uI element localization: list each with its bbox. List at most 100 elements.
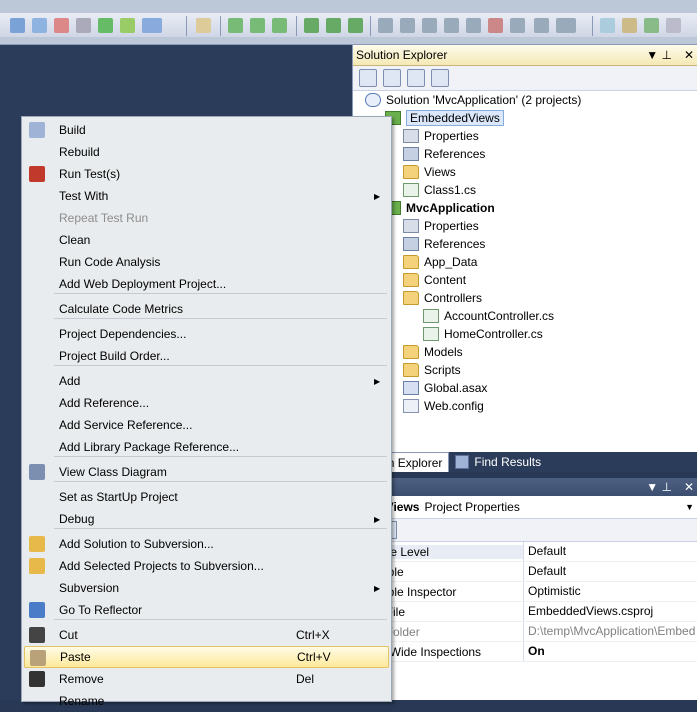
menu-item-add-service-reference[interactable]: Add Service Reference... [24,414,387,436]
close-icon[interactable]: ✕ [684,480,694,494]
menu-item-add-reference[interactable]: Add Reference... [24,392,387,414]
menu-item-project-dependencies[interactable]: Project Dependencies... [24,323,387,345]
menu-item-paste[interactable]: Paste Ctrl+V [24,646,389,668]
toolbar-button-icon[interactable] [250,18,265,33]
menu-item-add-selected-projects-to-subversion[interactable]: Add Selected Projects to Subversion... [24,555,387,577]
toolbar-button-icon[interactable] [326,18,341,33]
menu-item-add-library-package-reference[interactable]: Add Library Package Reference... [24,436,387,458]
menu-item-view-class-diagram[interactable]: View Class Diagram [24,461,387,483]
toolbar-button-icon[interactable] [120,18,135,33]
submenu-arrow-icon: ▶ [374,583,381,593]
properties-icon[interactable] [383,69,401,87]
menu-item-run-test-s[interactable]: Run Test(s) [24,163,387,185]
menu-item-subversion[interactable]: Subversion ▶ [24,577,387,599]
tree-node[interactable]: Models [403,343,463,361]
property-row[interactable]: calizable Inspector Optimistic [353,582,697,602]
object-selector[interactable]: ddedViews Project Properties ▼ [353,496,697,519]
find-results-icon [455,454,470,469]
toolbar-dropdown-icon[interactable] [142,18,162,33]
solution-explorer-panel: Solution Explorer ▼ ⊥ ✕ Solution 'MvcApp… [352,45,697,472]
tree-node[interactable]: Global.asax [403,379,487,397]
property-row[interactable]: nguage Level Default [353,542,697,562]
tree-node[interactable]: References [403,235,485,253]
tree-node[interactable]: MvcApplication [385,199,495,217]
toolbar-button-icon[interactable] [10,18,25,33]
menu-item-add-solution-to-subversion[interactable]: Add Solution to Subversion... [24,533,387,555]
menu-item-add[interactable]: Add ▶ [24,370,387,392]
toolbar-button-icon[interactable] [348,18,363,33]
menu-item-run-code-analysis[interactable]: Run Code Analysis [24,251,387,273]
tree-node[interactable]: Content [403,271,466,289]
toolbar-button-icon[interactable] [272,18,287,33]
property-row[interactable]: lution-Wide Inspections On [353,642,697,662]
close-icon[interactable]: ✕ [684,48,694,62]
tree-node[interactable]: Solution 'MvcApplication' (2 projects) [365,91,581,109]
toolbar-button-icon[interactable] [32,18,47,33]
tree-node[interactable]: Web.config [403,397,484,415]
menu-item-label: Run Code Analysis [59,255,161,269]
menu-item-label: Project Build Order... [59,349,170,363]
toolbar-button-icon[interactable] [466,18,481,33]
tree-node[interactable]: References [403,145,485,163]
class-view-icon[interactable] [431,69,449,87]
menu-item-label: Paste [60,650,91,664]
menu-item-shortcut: Del [296,672,315,686]
pin-icon[interactable]: ▼ ⊥ [646,480,672,494]
show-all-files-icon[interactable] [359,69,377,87]
toolbar-button-icon[interactable] [422,18,437,33]
menu-item-project-build-order[interactable]: Project Build Order... [24,345,387,367]
toolbar-button-icon[interactable] [76,18,91,33]
toolbar-button-icon[interactable] [400,18,415,33]
menu-item-go-to-reflector[interactable]: Go To Reflector [24,599,387,621]
tree-node-label: Content [424,273,467,287]
menu-item-debug[interactable]: Debug ▶ [24,508,387,530]
tree-node[interactable]: HomeController.cs [423,325,543,343]
menu-item-cut[interactable]: Cut Ctrl+X [24,624,387,646]
tree-node[interactable]: EmbeddedViews [385,109,504,127]
menu-item-rebuild[interactable]: Rebuild [24,141,387,163]
chevron-down-icon[interactable]: ▼ [685,502,694,512]
menu-item-rename[interactable]: Rename [24,690,387,712]
toolbar-button-icon[interactable] [666,18,681,33]
menu-item-clean[interactable]: Clean [24,229,387,251]
toolbar-button-icon[interactable] [488,18,503,33]
toolbar-button-icon[interactable] [378,18,393,33]
tree-node[interactable]: Properties [403,127,479,145]
menu-item-add-web-deployment-project[interactable]: Add Web Deployment Project... [24,273,387,295]
toolbar-button-icon[interactable] [196,18,211,33]
tree-node[interactable]: Scripts [403,361,461,379]
tab-find-results[interactable]: Find Results [449,452,547,471]
toolbar-button-icon[interactable] [54,18,69,33]
toolbar-button-icon[interactable] [444,18,459,33]
toolbar-button-icon[interactable] [228,18,243,33]
toolbar-button-icon[interactable] [534,18,549,33]
menu-item-label: Subversion [59,581,120,595]
menu-item-calculate-code-metrics[interactable]: Calculate Code Metrics [24,298,387,320]
context-menu: Build Rebuild Run Test(s) Test With ▶ Repeat … [21,116,392,708]
cs-file-icon [403,183,419,197]
toolbar-button-icon[interactable] [600,18,615,33]
toolbar-button-icon[interactable] [304,18,319,33]
toolbar-button-icon[interactable] [510,18,525,33]
tree-node[interactable]: AccountController.cs [423,307,554,325]
tree-node[interactable]: App_Data [403,253,477,271]
toolbar-button-icon[interactable] [98,18,113,33]
tree-node[interactable]: Class1.cs [403,181,476,199]
property-row[interactable]: oject FileEmbeddedViews.csproj [353,602,697,622]
menu-item-label: Cut [59,628,78,642]
menu-item-set-as-startup-project[interactable]: Set as StartUp Project [24,486,387,508]
property-row[interactable]: calizableDefault [353,562,697,582]
menu-item-remove[interactable]: Remove Del [24,668,387,690]
menu-item-test-with[interactable]: Test With ▶ [24,185,387,207]
menu-item-label: Set as StartUp Project [59,490,178,504]
menu-item-build[interactable]: Build [24,119,387,141]
pin-icon[interactable]: ▼ ⊥ [646,48,672,62]
refresh-icon[interactable] [407,69,425,87]
property-row[interactable]: oject FolderD:\temp\MvcApplication\Embed [353,622,697,642]
tree-node[interactable]: Properties [403,217,479,235]
tree-node[interactable]: Views [403,163,456,181]
tree-node[interactable]: Controllers [403,289,482,307]
toolbar-button-icon[interactable] [622,18,637,33]
toolbar-dropdown-icon[interactable] [556,18,576,33]
toolbar-button-icon[interactable] [644,18,659,33]
